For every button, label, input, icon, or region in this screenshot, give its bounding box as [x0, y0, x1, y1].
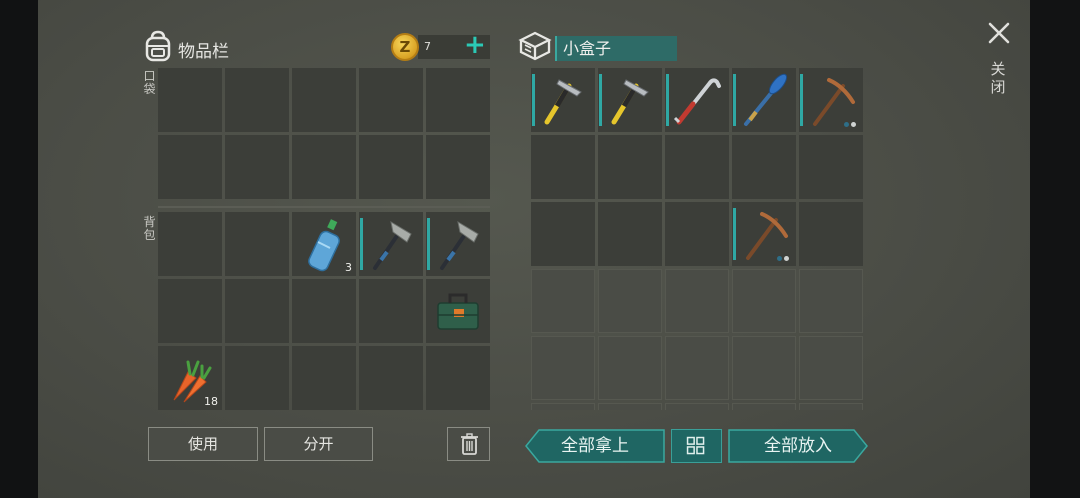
backpack-grid: 3 18 [158, 212, 490, 410]
pocket-slot[interactable] [359, 135, 423, 199]
container-slot[interactable] [665, 68, 729, 132]
locked-slot [531, 403, 595, 410]
close-label[interactable]: 关闭 [990, 60, 1006, 96]
pocket-slot[interactable] [426, 68, 490, 132]
trash-button[interactable] [447, 427, 490, 461]
backpack-slot[interactable]: 18 [158, 346, 222, 410]
backpack-slot[interactable] [426, 279, 490, 343]
hammer-icon [611, 79, 649, 125]
container-slot[interactable] [732, 135, 796, 199]
container-slot[interactable] [531, 68, 595, 132]
locked-slot [531, 336, 595, 400]
pocket-slot[interactable] [225, 68, 289, 132]
backpack-slot[interactable]: 3 [292, 212, 356, 276]
take-all-label: 全部拿上 [561, 436, 629, 456]
backpack-slot[interactable] [359, 279, 423, 343]
container-slot[interactable] [665, 202, 729, 266]
grid-icon [686, 436, 705, 455]
pocket-slot[interactable] [158, 135, 222, 199]
container-slot[interactable] [598, 68, 662, 132]
backpack-slot[interactable] [225, 346, 289, 410]
backpack-label: 背包 [143, 215, 156, 242]
locked-slot [598, 269, 662, 333]
backpack-slot[interactable] [158, 279, 222, 343]
pickaxe-icon [746, 212, 788, 260]
item-quantity: 18 [204, 395, 218, 408]
pocket-slot[interactable] [225, 135, 289, 199]
container-slot[interactable] [799, 135, 863, 199]
backpack-slot[interactable] [426, 212, 490, 276]
locked-slot [665, 403, 729, 410]
close-icon[interactable] [988, 22, 1010, 44]
container-slot[interactable] [799, 202, 863, 266]
item-quantity: 3 [345, 261, 352, 274]
container-slot[interactable] [598, 202, 662, 266]
locked-slot [531, 269, 595, 333]
pocket-slot[interactable] [426, 135, 490, 199]
put-all-label: 全部放入 [764, 436, 832, 456]
backpack-slot[interactable] [359, 212, 423, 276]
screen-edge [1030, 0, 1080, 498]
container-slot[interactable] [531, 135, 595, 199]
pocket-slot[interactable] [359, 68, 423, 132]
durability-dots [777, 256, 791, 261]
trash-icon [461, 433, 478, 455]
backpack-slot[interactable] [292, 346, 356, 410]
locked-slot [799, 336, 863, 400]
oar-icon [744, 73, 788, 126]
backpack-slot[interactable] [426, 346, 490, 410]
locked-slot [732, 403, 796, 410]
backpack-slot[interactable] [359, 346, 423, 410]
backpack-slot[interactable] [292, 279, 356, 343]
container-slot[interactable] [598, 135, 662, 199]
inventory-title: 物品栏 [178, 42, 229, 62]
locked-slot [665, 269, 729, 333]
coin-count: 7 [424, 40, 431, 53]
container-slot[interactable] [665, 135, 729, 199]
toolbox-icon [437, 293, 479, 330]
pocket-slot[interactable] [292, 135, 356, 199]
locked-slot [598, 336, 662, 400]
coin-icon: Z [391, 33, 419, 61]
split-button[interactable]: 分开 [264, 427, 373, 461]
backpack-slot[interactable] [225, 212, 289, 276]
locked-slot [799, 403, 863, 410]
backpack-slot[interactable] [225, 279, 289, 343]
container-name[interactable]: 小盒子 [555, 36, 677, 61]
locked-slot [665, 336, 729, 400]
stone-hatchet-icon [373, 220, 412, 270]
put-all-button[interactable]: 全部放入 [728, 429, 868, 463]
crowbar-icon [673, 78, 721, 125]
pocket-label: 口袋 [143, 69, 156, 96]
container-slot[interactable] [732, 68, 796, 132]
pocket-slot[interactable] [292, 68, 356, 132]
sort-button[interactable] [671, 429, 722, 463]
add-coins-button[interactable]: + [464, 31, 486, 59]
container-slot[interactable] [799, 68, 863, 132]
box-icon [518, 31, 552, 61]
container-slot[interactable] [732, 202, 796, 266]
pocket-grid [158, 68, 490, 199]
locked-slot [598, 403, 662, 410]
container-grid [531, 68, 863, 410]
backpack-slot[interactable] [158, 212, 222, 276]
locked-slot [732, 269, 796, 333]
durability-dots [844, 122, 858, 127]
backpack-icon [145, 30, 171, 62]
pocket-slot[interactable] [158, 68, 222, 132]
section-divider [158, 206, 490, 208]
pickaxe-icon [813, 78, 855, 126]
take-all-button[interactable]: 全部拿上 [525, 429, 665, 463]
locked-slot [732, 336, 796, 400]
water-bottle-icon [308, 219, 340, 272]
hammer-icon [544, 79, 582, 125]
stone-hatchet-icon [440, 220, 479, 270]
use-button[interactable]: 使用 [148, 427, 258, 461]
container-slot[interactable] [531, 202, 595, 266]
locked-slot [799, 269, 863, 333]
